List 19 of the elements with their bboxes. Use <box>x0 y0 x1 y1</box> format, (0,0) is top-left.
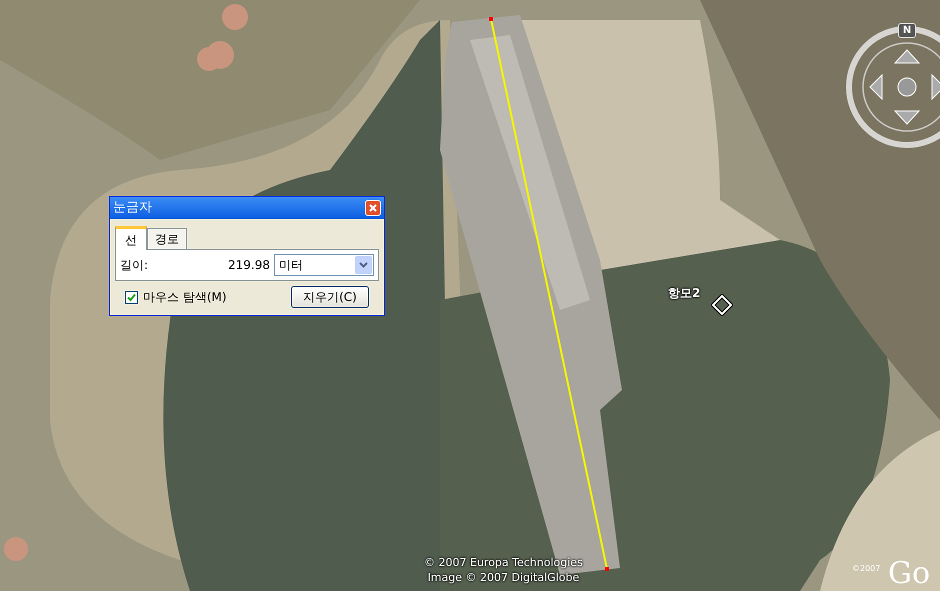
tab[interactable]: 경로 <box>147 228 187 249</box>
window-title: 눈금자 <box>113 199 152 218</box>
attribution-text: © 2007 Europa Technologies <box>424 555 583 570</box>
unit-dropdown[interactable]: 미터 <box>274 254 374 276</box>
logo: Go <box>888 556 930 591</box>
tab[interactable]: 선 <box>115 226 147 250</box>
navigation-compass-icon[interactable] <box>845 26 940 148</box>
length-value: 219.98 <box>227 257 270 274</box>
length-label: 길이: <box>120 257 150 274</box>
close-icon <box>368 203 378 213</box>
diamond-icon[interactable] <box>711 294 733 316</box>
close-button[interactable] <box>365 200 381 216</box>
north-indicator[interactable]: N <box>898 23 916 38</box>
attribution-text: Image © 2007 DigitalGlobe <box>428 570 580 585</box>
clear-button[interactable]: 지우기(C) <box>291 286 369 308</box>
mouse-navigation-checkbox[interactable]: 마우스 탐색(M) <box>125 288 227 306</box>
placemark-label[interactable]: 항모2 <box>668 284 700 302</box>
copyright-text: ©2007 <box>852 563 880 575</box>
checkmark-icon <box>127 292 136 302</box>
